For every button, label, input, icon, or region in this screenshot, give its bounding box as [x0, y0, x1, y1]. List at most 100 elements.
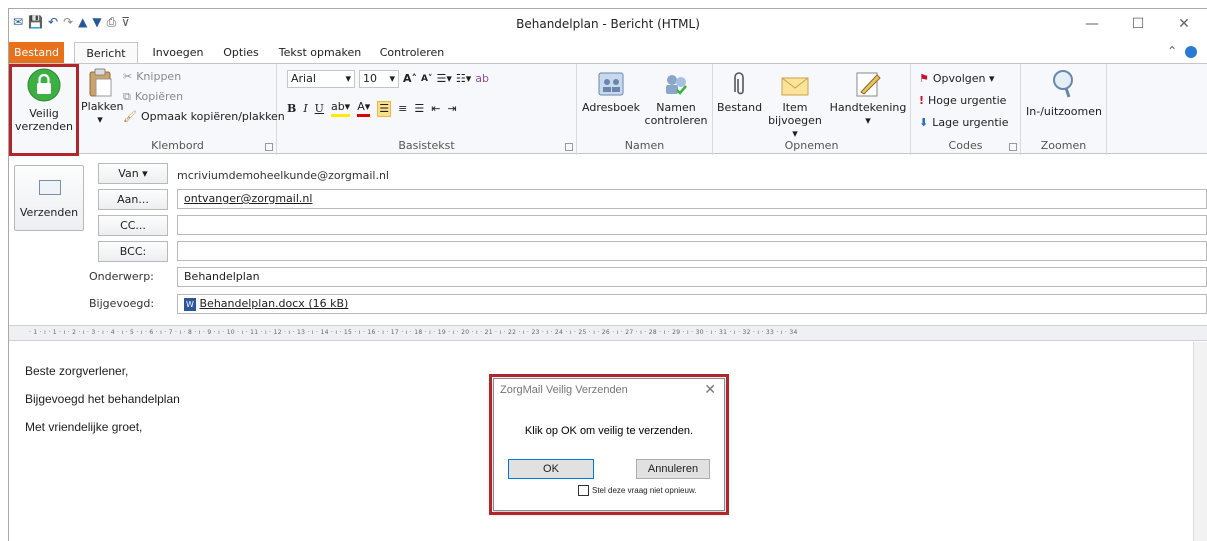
bold-icon[interactable]: B — [287, 102, 296, 116]
attach-item-label-2: bijvoegen ▾ — [768, 114, 822, 140]
vertical-scrollbar[interactable] — [1193, 342, 1207, 541]
paste-label: Plakken — [81, 100, 124, 113]
signature-icon — [856, 72, 881, 97]
tab-bericht[interactable]: Bericht — [74, 42, 138, 64]
increase-indent-icon[interactable]: ⇥ — [447, 102, 456, 116]
font-color-icon[interactable]: A▾ — [357, 100, 371, 117]
high-importance-button[interactable]: ! Hoge urgentie — [919, 94, 1006, 108]
subject-field[interactable]: Behandelplan — [177, 267, 1207, 287]
check-names-label-1: Namen — [656, 101, 696, 114]
scissors-icon: ✂ — [123, 70, 133, 83]
paste-button[interactable]: Plakken ▾ — [81, 68, 124, 126]
group-label-include: Opnemen — [784, 139, 839, 152]
to-button[interactable]: Aan... — [98, 189, 168, 210]
copy-icon: ⧉ — [123, 90, 131, 103]
group-label-clipboard: Klembord — [151, 139, 204, 152]
decrease-indent-icon[interactable]: ⇤ — [431, 102, 440, 116]
help-icon[interactable] — [1185, 45, 1197, 58]
bcc-button[interactable]: BCC: — [98, 241, 168, 262]
arrow-down-icon: ⬇ — [919, 116, 929, 129]
align-left-icon[interactable]: ☰ — [377, 100, 392, 117]
subject-label: Onderwerp: — [89, 270, 154, 283]
zoom-label: In-/uitzoomen — [1026, 105, 1102, 118]
group-label-zoom: Zoomen — [1040, 139, 1087, 152]
address-book-button[interactable]: Adresboek — [581, 70, 641, 114]
shrink-font-icon[interactable]: A˅ — [421, 72, 432, 86]
window-controls: — ☐ ✕ — [1069, 9, 1207, 39]
ribbon-controls: ⌃ — [1167, 44, 1197, 58]
title-bar: ✉ 💾 ↶ ↷ ▲ ▼ ⎙ ⊽ Behandelplan - Bericht (… — [9, 9, 1207, 39]
signature-dropdown-icon[interactable]: ▾ — [827, 114, 909, 127]
highlight-icon[interactable]: ab▾ — [330, 100, 351, 117]
attach-item-button[interactable]: Item bijvoegen ▾ — [765, 70, 825, 140]
highlight-dialog — [489, 374, 729, 515]
tab-opties[interactable]: Opties — [217, 42, 265, 64]
minimize-icon[interactable]: — — [1069, 9, 1115, 39]
paintbrush-icon: 🖌 — [123, 110, 137, 123]
group-label-basic-text: Basistekst — [398, 139, 455, 152]
low-importance-button[interactable]: ⬇ Lage urgentie — [919, 116, 1009, 130]
format-painter-button[interactable]: 🖌 Opmaak kopiëren/plakken — [123, 110, 285, 124]
to-field[interactable]: ontvanger@zorgmail.nl — [177, 189, 1207, 209]
close-icon[interactable]: ✕ — [1161, 9, 1207, 39]
send-label: Verzenden — [19, 206, 79, 219]
paste-dropdown-icon[interactable]: ▾ — [81, 113, 119, 126]
clear-format-icon[interactable]: ab — [475, 72, 489, 86]
group-label-tags: Codes — [948, 139, 983, 152]
tab-controleren[interactable]: Controleren — [373, 42, 451, 64]
address-book-icon — [598, 72, 624, 96]
attachments-field: W Behandelplan.docx (16 kB) — [177, 294, 1207, 314]
from-value: mcriviumdemoheelkunde@zorgmail.nl — [177, 169, 389, 182]
cc-field[interactable] — [177, 215, 1207, 235]
check-names-label-2: controleren — [644, 114, 708, 127]
ribbon: Veilig verzenden Plakken ▾ ✂ Knippen ⧉ Kop… — [9, 63, 1207, 155]
check-names-button[interactable]: Namen controleren — [643, 70, 709, 127]
send-button[interactable]: Verzenden — [14, 165, 84, 231]
signature-button[interactable]: Handtekening ▾ — [827, 70, 909, 127]
font-name-select[interactable]: Arial ▾ — [287, 70, 355, 88]
bcc-field[interactable] — [177, 241, 1207, 261]
attach-item-label-1: Item — [782, 101, 808, 114]
format-painter-label: Opmaak kopiëren/plakken — [140, 110, 285, 123]
group-clipboard: Plakken ▾ ✂ Knippen ⧉ Kopiëren 🖌 Opmaak kop… — [79, 64, 285, 155]
attach-file-button[interactable]: Bestand — [717, 70, 762, 114]
zoom-button[interactable]: In-/uitzoomen — [1025, 68, 1103, 118]
underline-icon[interactable]: U — [315, 102, 324, 116]
chevron-down-icon: ▾ — [345, 72, 351, 85]
copy-button[interactable]: ⧉ Kopiëren — [123, 90, 183, 104]
from-button[interactable]: Van ▾ — [98, 163, 168, 184]
ribbon-tabs: Bestand Bericht Invoegen Opties Tekst op… — [9, 42, 1207, 64]
signature-label: Handtekening — [829, 101, 907, 114]
tags-launcher-icon[interactable] — [1009, 143, 1017, 151]
to-recipient[interactable]: ontvanger@zorgmail.nl — [184, 192, 312, 205]
italic-icon[interactable]: I — [303, 102, 307, 116]
align-center-icon[interactable]: ≡ — [398, 102, 407, 116]
group-basic-text: Arial ▾ 10 ▾ A˄ A˅ ☰▾ ☷▾ ab B I U ab▾ A▾ ☰… — [277, 64, 577, 155]
collapse-ribbon-icon[interactable]: ⌃ — [1167, 44, 1177, 58]
font-size-select[interactable]: 10 ▾ — [359, 70, 399, 88]
word-document-icon: W — [184, 297, 196, 311]
follow-up-button[interactable]: ⚑ Opvolgen ▾ — [919, 72, 995, 86]
clipboard-launcher-icon[interactable] — [265, 143, 273, 151]
attachment-item[interactable]: Behandelplan.docx (16 kB) — [200, 297, 349, 310]
copy-label: Kopiëren — [134, 90, 184, 103]
tab-tekst-opmaken[interactable]: Tekst opmaken — [275, 42, 365, 64]
group-include: Bestand Item bijvoegen ▾ Handtekening ▾ … — [713, 64, 911, 155]
font-name-value: Arial — [291, 72, 316, 85]
numbering-icon[interactable]: ☷▾ — [456, 72, 471, 86]
group-names: Adresboek Namen controleren Namen — [577, 64, 713, 155]
bullets-icon[interactable]: ☰▾ — [436, 72, 451, 86]
high-importance-label: Hoge urgentie — [928, 94, 1007, 107]
maximize-icon[interactable]: ☐ — [1115, 9, 1161, 39]
basic-text-launcher-icon[interactable] — [565, 143, 573, 151]
tab-bestand[interactable]: Bestand — [9, 42, 64, 64]
address-book-label: Adresboek — [582, 101, 640, 114]
tab-invoegen[interactable]: Invoegen — [147, 42, 209, 64]
align-right-icon[interactable]: ☰ — [414, 102, 424, 116]
window-title: Behandelplan - Bericht (HTML) — [516, 17, 700, 31]
low-importance-label: Lage urgentie — [932, 116, 1009, 129]
cut-button[interactable]: ✂ Knippen — [123, 70, 181, 84]
cc-button[interactable]: CC... — [98, 215, 168, 236]
ruler: · 1 · ı · 1 · ı · 2 · ı · 3 · ı · 4 · ı … — [9, 325, 1207, 341]
grow-font-icon[interactable]: A˄ — [403, 72, 417, 86]
